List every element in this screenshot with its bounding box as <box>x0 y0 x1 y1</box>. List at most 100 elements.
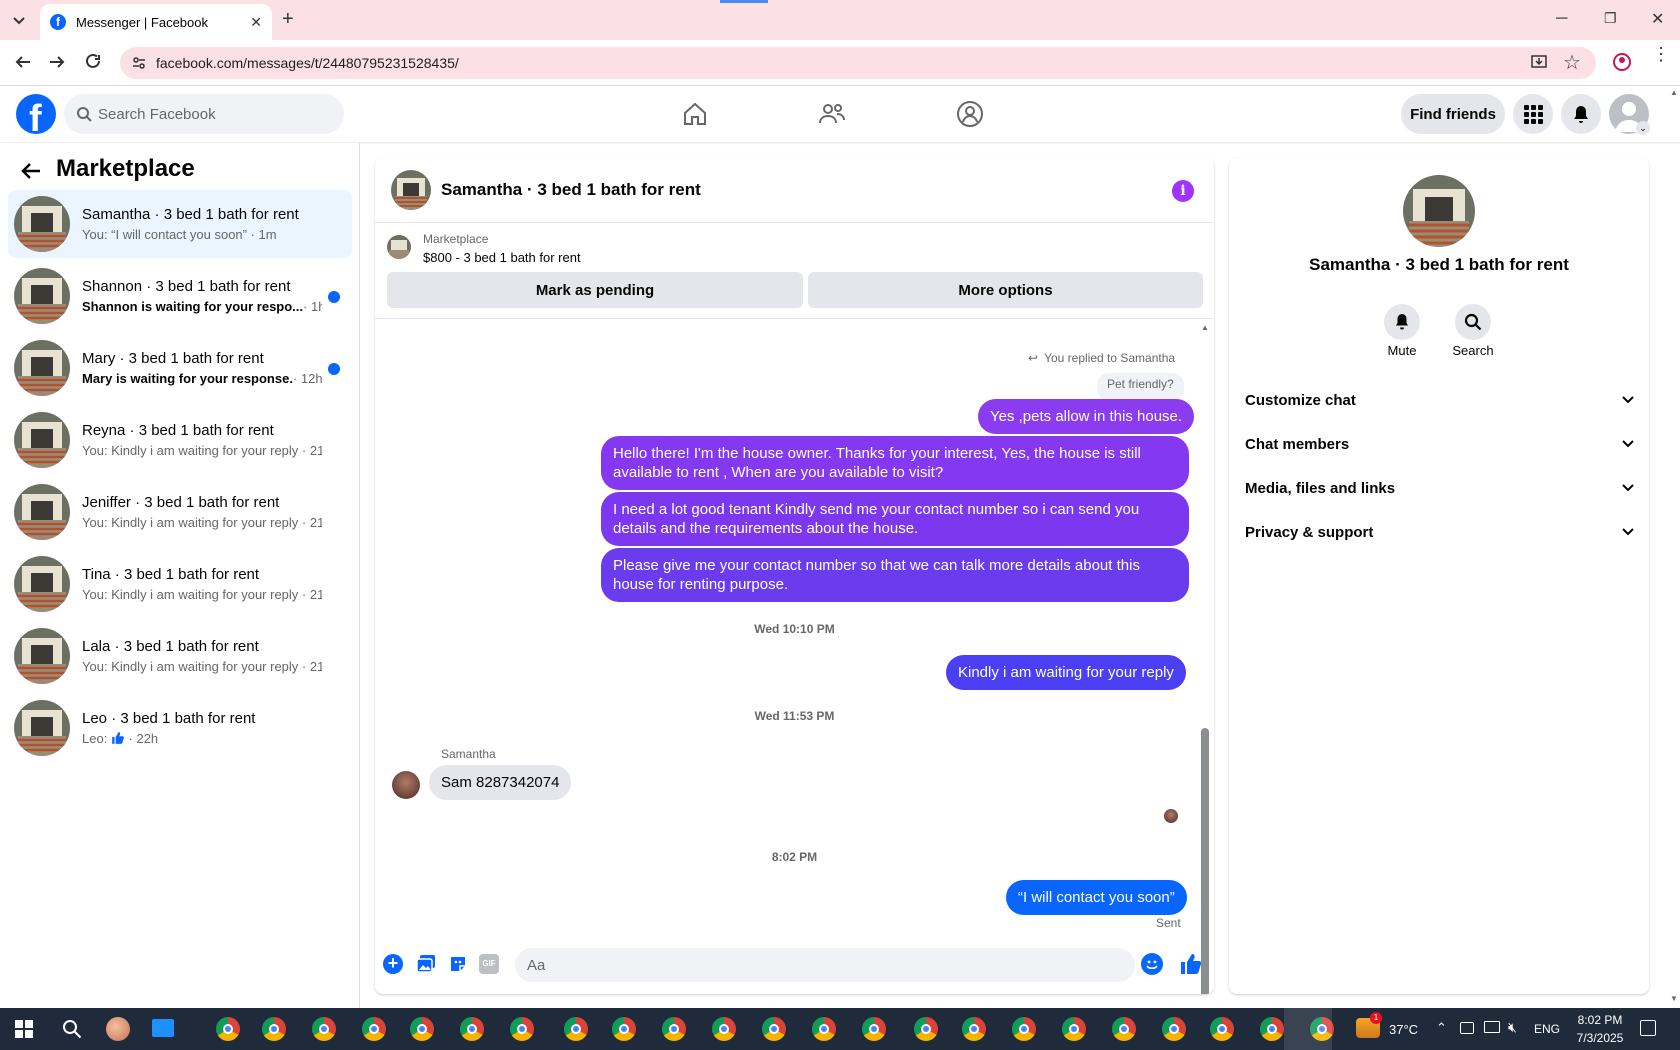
message-bubble[interactable]: Kindly i am waiting for your reply <box>946 655 1186 690</box>
bookmark-star-icon[interactable]: ☆ <box>1563 50 1581 75</box>
chrome-app-icon[interactable] <box>510 1017 534 1041</box>
message-bubble[interactable]: Please give me your contact number so th… <box>601 548 1189 602</box>
facebook-logo-icon[interactable]: f <box>16 94 56 134</box>
chrome-app-icon[interactable] <box>1210 1017 1234 1041</box>
page-scroll-down-icon[interactable]: ▼ <box>1670 994 1678 1003</box>
message-bubble[interactable]: Yes ,pets allow in this house. <box>978 399 1195 434</box>
home-nav-icon[interactable] <box>682 101 708 127</box>
language-indicator[interactable]: ENG <box>1534 1022 1560 1036</box>
new-tab-icon[interactable]: + <box>282 8 294 31</box>
gif-icon[interactable]: GIF <box>479 954 499 974</box>
chat-members-section[interactable]: Chat members <box>1245 424 1635 464</box>
conversation-item[interactable]: Jeniffer · 3 bed 1 bath for rent You: Kin… <box>8 478 352 546</box>
photo-icon[interactable] <box>416 954 436 974</box>
chrome-app-icon[interactable] <box>862 1017 886 1041</box>
listing-title[interactable]: $800 - 3 bed 1 bath for rent <box>423 250 581 265</box>
chrome-app-icon[interactable] <box>564 1017 588 1041</box>
chrome-app-icon[interactable] <box>362 1017 386 1041</box>
search-facebook-input[interactable]: Search Facebook <box>64 94 344 134</box>
forward-icon[interactable] <box>48 53 66 71</box>
account-chevron-icon[interactable]: ⌄ <box>1636 121 1650 135</box>
chrome-app-icon[interactable] <box>1260 1017 1284 1041</box>
conversation-item[interactable]: Mary · 3 bed 1 bath for rent Mary is wait… <box>8 334 352 402</box>
browser-menu-icon[interactable]: ⋮ <box>1652 45 1670 63</box>
message-input[interactable]: Aa <box>515 948 1135 982</box>
find-friends-button[interactable]: Find friends <box>1401 94 1505 134</box>
conversation-item[interactable]: Lala · 3 bed 1 bath for rent You: Kindly … <box>8 622 352 690</box>
weather-temp[interactable]: 37°C <box>1389 1022 1418 1037</box>
restore-icon[interactable]: ❐ <box>1604 10 1617 27</box>
network-tray-icon[interactable] <box>1484 1021 1500 1033</box>
notification-center-icon[interactable] <box>1640 1020 1656 1036</box>
more-options-button[interactable]: More options <box>808 272 1203 308</box>
info-avatar[interactable] <box>1403 175 1475 247</box>
privacy-support-section[interactable]: Privacy & support <box>1245 512 1635 552</box>
chat-avatar[interactable] <box>391 170 431 210</box>
windows-start-icon[interactable] <box>15 1020 33 1038</box>
page-scroll-up-icon[interactable]: ▲ <box>1670 88 1678 97</box>
notifications-button[interactable] <box>1561 94 1601 134</box>
tab-close-icon[interactable]: ✕ <box>250 14 262 31</box>
clock-time[interactable]: 8:02 PM <box>1575 1013 1625 1027</box>
chrome-app-icon[interactable] <box>216 1017 240 1041</box>
mark-as-pending-button[interactable]: Mark as pending <box>387 272 803 308</box>
camera-tray-icon[interactable] <box>1460 1022 1474 1034</box>
minimize-icon[interactable]: ─ <box>1556 10 1567 28</box>
conversation-item[interactable]: Leo · 3 bed 1 bath for rent Leo: · 22h <box>8 694 352 762</box>
reload-icon[interactable] <box>84 52 102 70</box>
site-info-icon[interactable] <box>132 56 146 70</box>
groups-nav-icon[interactable] <box>956 100 984 128</box>
chrome-app-icon[interactable] <box>312 1017 336 1041</box>
conversation-item[interactable]: Tina · 3 bed 1 bath for rent You: Kindly … <box>8 550 352 618</box>
menu-grid-button[interactable] <box>1513 94 1553 134</box>
message-bubble[interactable]: Hello there! I'm the house owner. Thanks… <box>601 436 1189 490</box>
friends-nav-icon[interactable] <box>818 101 846 127</box>
chrome-app-icon[interactable] <box>410 1017 434 1041</box>
customize-chat-section[interactable]: Customize chat <box>1245 380 1635 420</box>
url-field[interactable]: facebook.com/messages/t/2448079523152843… <box>120 47 1596 79</box>
paint-app-icon[interactable] <box>106 1017 130 1041</box>
media-files-links-section[interactable]: Media, files and links <box>1245 468 1635 508</box>
emoji-icon[interactable] <box>1141 953 1163 975</box>
message-bubble[interactable]: “I will contact you soon” <box>1006 880 1187 915</box>
chrome-app-icon[interactable] <box>262 1017 286 1041</box>
search-in-chat-button[interactable] <box>1455 304 1491 340</box>
chrome-app-icon[interactable] <box>1062 1017 1086 1041</box>
chrome-app-icon[interactable] <box>712 1017 736 1041</box>
chrome-app-icon[interactable] <box>914 1017 938 1041</box>
conversation-item[interactable]: Shannon · 3 bed 1 bath for rent Shannon i… <box>8 262 352 330</box>
profile-icon[interactable] <box>1612 52 1632 72</box>
message-bubble-incoming[interactable]: Sam 8287342074 <box>429 765 572 800</box>
conversation-item[interactable]: Reyna · 3 bed 1 bath for rent You: Kindly… <box>8 406 352 474</box>
add-attachment-icon[interactable]: + <box>383 954 403 974</box>
sticker-icon[interactable] <box>448 954 468 974</box>
file-explorer-icon[interactable] <box>152 1019 174 1037</box>
volume-muted-icon[interactable]: 🔇︎ <box>1508 1019 1517 1036</box>
clock-date[interactable]: 7/3/2025 <box>1572 1031 1628 1045</box>
chrome-app-icon[interactable] <box>1012 1017 1036 1041</box>
chrome-app-icon[interactable] <box>460 1017 484 1041</box>
quoted-message[interactable]: Pet friendly? <box>1097 373 1184 401</box>
tray-chevron-icon[interactable]: ⌃ <box>1436 1020 1447 1036</box>
page-scrollbar[interactable]: ▲ ▼ <box>1668 86 1680 1008</box>
like-icon[interactable] <box>1179 952 1203 976</box>
chrome-app-icon[interactable] <box>1162 1017 1186 1041</box>
chrome-app-icon[interactable] <box>962 1017 986 1041</box>
chrome-app-icon[interactable] <box>1112 1017 1136 1041</box>
chrome-app-icon[interactable] <box>612 1017 636 1041</box>
message-bubble[interactable]: I need a lot good tenant Kindly send me … <box>601 492 1189 546</box>
chat-title[interactable]: Samantha · 3 bed 1 bath for rent <box>441 180 701 200</box>
chrome-app-icon[interactable] <box>812 1017 836 1041</box>
install-app-icon[interactable] <box>1530 53 1548 71</box>
sender-avatar[interactable] <box>392 771 420 799</box>
taskbar-search-icon[interactable] <box>62 1019 82 1039</box>
back-icon[interactable] <box>14 53 32 71</box>
browser-tab[interactable]: f Messenger | Facebook ✕ <box>40 4 272 40</box>
conversation-item[interactable]: Samantha · 3 bed 1 bath for rent You: “I … <box>8 190 352 258</box>
tab-search-icon[interactable] <box>10 11 28 29</box>
chrome-app-icon[interactable] <box>762 1017 786 1041</box>
info-button[interactable]: i <box>1172 180 1194 202</box>
mute-button[interactable] <box>1384 304 1420 340</box>
back-arrow-icon[interactable] <box>20 160 42 182</box>
scroll-up-arrow-icon[interactable]: ▲ <box>1201 323 1209 332</box>
